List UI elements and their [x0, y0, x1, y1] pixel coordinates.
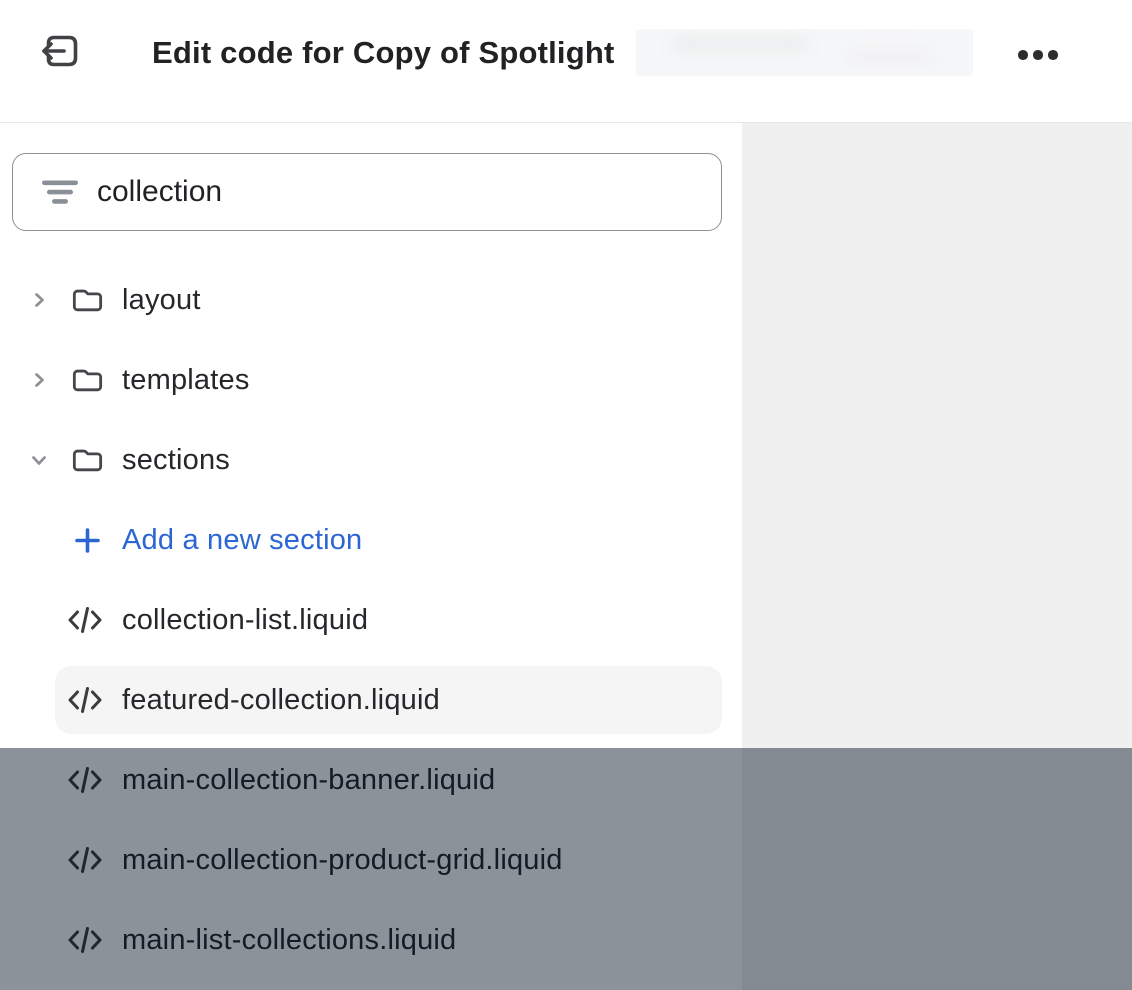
code-file-icon: [66, 605, 104, 635]
filter-icon: [41, 176, 79, 208]
folder-icon: [72, 286, 103, 314]
code-editor-screen: Edit code for Copy of Spotlight: [0, 0, 1132, 990]
redacted-smudge: [846, 51, 936, 63]
chevron-down-icon: [30, 451, 48, 469]
tree-folder-layout[interactable]: layout: [0, 260, 742, 340]
chevron-right-icon: [30, 371, 48, 389]
tree-folder-sections[interactable]: sections: [0, 420, 742, 500]
plus-icon: [74, 527, 101, 554]
file-filter-input[interactable]: [97, 175, 697, 209]
exit-button[interactable]: [38, 31, 84, 73]
page-title: Edit code for Copy of Spotlight: [152, 36, 615, 70]
code-file-icon: [66, 685, 104, 715]
modal-backdrop[interactable]: [0, 748, 1132, 990]
folder-icon: [72, 366, 103, 394]
more-options-button[interactable]: [1012, 36, 1064, 74]
kebab-menu-icon: [1018, 50, 1058, 60]
chevron-right-icon: [30, 291, 48, 309]
add-new-section-label: Add a new section: [122, 524, 362, 557]
file-filter-field[interactable]: [12, 153, 722, 231]
redacted-smudge: [670, 37, 810, 51]
exit-icon: [38, 31, 84, 73]
file-label: featured-collection.liquid: [122, 684, 440, 717]
redacted-header-area: [636, 29, 973, 76]
file-label: collection-list.liquid: [122, 604, 368, 637]
folder-icon: [72, 446, 103, 474]
folder-label: templates: [122, 364, 250, 397]
tree-file-collection-list[interactable]: collection-list.liquid: [0, 580, 742, 660]
folder-label: layout: [122, 284, 201, 317]
tree-folder-templates[interactable]: templates: [0, 340, 742, 420]
add-new-section-button[interactable]: Add a new section: [0, 500, 742, 580]
tree-file-featured-collection[interactable]: featured-collection.liquid: [0, 660, 742, 740]
folder-label: sections: [122, 444, 230, 477]
header-bar: Edit code for Copy of Spotlight: [0, 0, 1132, 123]
